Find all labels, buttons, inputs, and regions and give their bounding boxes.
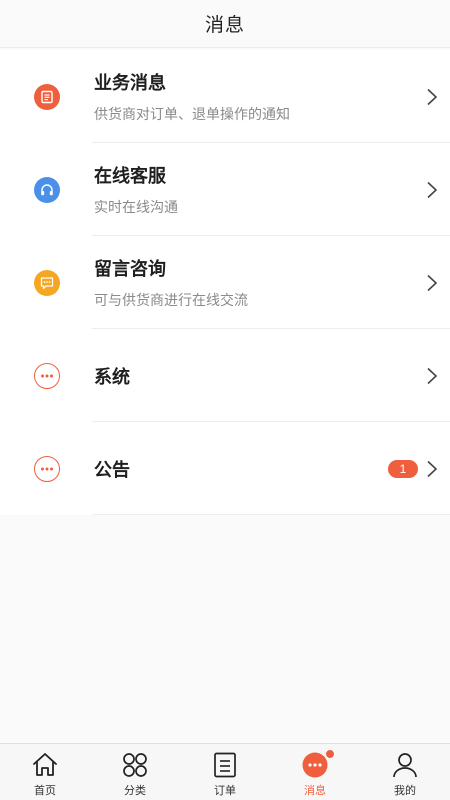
home-icon bbox=[30, 750, 60, 780]
list-item-leave-message[interactable]: 留言咨询 可与供货商进行在线交流 bbox=[0, 236, 450, 329]
row-texts: 业务消息 供货商对订单、退单操作的通知 bbox=[94, 69, 450, 124]
list-item-announcement[interactable]: 公告 1 bbox=[0, 422, 450, 515]
icon-wrap bbox=[0, 176, 94, 203]
page-title: 消息 bbox=[204, 15, 245, 36]
bottom-tab-bar: 首页 分类 订单 消息 我的 bbox=[0, 743, 450, 800]
row-title: 业务消息 bbox=[94, 73, 166, 93]
icon-wrap bbox=[0, 455, 94, 482]
row-subtitle: 实时在线沟通 bbox=[94, 199, 178, 215]
document-icon bbox=[34, 83, 60, 110]
row-title: 系统 bbox=[94, 366, 130, 387]
tab-label: 订单 bbox=[214, 785, 236, 797]
category-grid-icon bbox=[120, 750, 150, 780]
tab-label: 我的 bbox=[394, 785, 416, 797]
icon-wrap bbox=[0, 362, 94, 389]
row-texts: 留言咨询 可与供货商进行在线交流 bbox=[94, 255, 450, 310]
list-item-online-service[interactable]: 在线客服 实时在线沟通 bbox=[0, 143, 450, 236]
row-title: 留言咨询 bbox=[94, 259, 166, 279]
row-texts: 系统 bbox=[94, 363, 450, 389]
tab-label: 首页 bbox=[34, 785, 56, 797]
order-list-icon bbox=[210, 750, 240, 780]
divider bbox=[92, 514, 450, 515]
row-subtitle: 可与供货商进行在线交流 bbox=[94, 292, 248, 308]
message-list: 业务消息 供货商对订单、退单操作的通知 在线客服 实时在线沟通 留言咨询 可与供… bbox=[0, 50, 450, 515]
icon-wrap bbox=[0, 83, 94, 110]
tab-category[interactable]: 分类 bbox=[90, 744, 180, 800]
list-item-system[interactable]: 系统 bbox=[0, 329, 450, 422]
more-dots-icon bbox=[34, 362, 60, 389]
more-dots-icon bbox=[34, 455, 60, 482]
notification-dot bbox=[325, 749, 335, 759]
chevron-right-icon bbox=[427, 181, 438, 198]
chevron-right-icon bbox=[427, 274, 438, 291]
row-texts: 在线客服 实时在线沟通 bbox=[94, 162, 450, 217]
list-item-business-message[interactable]: 业务消息 供货商对订单、退单操作的通知 bbox=[0, 50, 450, 143]
tab-messages[interactable]: 消息 bbox=[270, 744, 360, 800]
top-bar: 消息 bbox=[0, 0, 450, 48]
tab-home[interactable]: 首页 bbox=[0, 744, 90, 800]
tab-label: 分类 bbox=[124, 785, 146, 797]
icon-wrap bbox=[0, 269, 94, 296]
chevron-right-icon bbox=[427, 367, 438, 384]
chevron-right-icon bbox=[427, 88, 438, 105]
row-subtitle: 供货商对订单、退单操作的通知 bbox=[94, 106, 290, 122]
headset-icon bbox=[34, 176, 60, 203]
chevron-right-icon bbox=[427, 460, 438, 477]
user-icon bbox=[390, 750, 420, 780]
tab-label: 消息 bbox=[304, 785, 326, 797]
tab-orders[interactable]: 订单 bbox=[180, 744, 270, 800]
row-title: 在线客服 bbox=[94, 166, 166, 186]
chat-bubble-icon bbox=[34, 269, 60, 296]
tab-mine[interactable]: 我的 bbox=[360, 744, 450, 800]
unread-count-badge: 1 bbox=[388, 459, 418, 478]
